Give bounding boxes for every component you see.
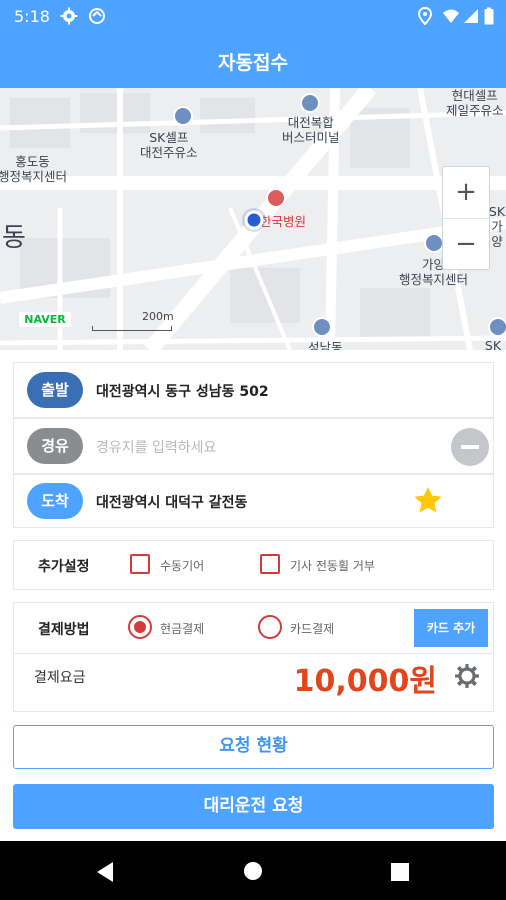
card-payment-label: 카드결제 [290, 622, 335, 636]
poi-label: 홍도동 행정복지센터 [0, 154, 68, 184]
hospital-icon [266, 188, 286, 208]
extra-settings-row: 추가설정 수동기어 기사 전동휠 거부 [13, 540, 494, 590]
fare-label: 결제요금 [34, 670, 86, 686]
poi-label: 동 [2, 223, 26, 253]
sync-icon [89, 8, 105, 24]
remove-waypoint-icon[interactable] [450, 427, 490, 467]
battery-icon [484, 7, 494, 25]
government-office-icon [424, 233, 444, 253]
reject-e-wheel-checkbox[interactable] [260, 554, 280, 574]
arrival-row[interactable]: 도착 대전광역시 대덕구 갈전동 [13, 474, 494, 528]
arrival-address: 대전광역시 대덕구 갈전동 [96, 495, 248, 511]
wifi-icon [443, 9, 459, 23]
system-navigation-bar [0, 841, 506, 900]
zoom-in-button[interactable]: + [443, 167, 489, 218]
departure-tag: 출발 [27, 372, 83, 408]
gas-station-icon [488, 317, 506, 337]
manual-gear-label: 수동기어 [160, 559, 205, 573]
departure-row[interactable]: 출발 대전광역시 동구 성남동 502 [13, 362, 494, 418]
poi-label: 대전복합 버스터미널 [282, 115, 340, 145]
waypoint-input[interactable]: 경유지를 입력하세요 [96, 437, 216, 457]
fare-row: 결제요금 10,000원 [13, 654, 494, 712]
status-bar: 5:18 [0, 0, 506, 34]
poi-label: SK셀 [484, 338, 502, 350]
waypoint-tag: 경유 [27, 428, 83, 464]
poi-label: SK셀프 대전주유소 [140, 130, 198, 160]
settings-icon [60, 7, 78, 25]
recent-apps-icon[interactable] [391, 863, 409, 881]
departure-address: 대전광역시 동구 성남동 502 [96, 384, 269, 400]
payment-method-row: 결제방법 현금결제 카드결제 카드 추가 [13, 602, 494, 654]
poi-label: 현대셀프 제일주유소 [446, 88, 504, 118]
designated-driver-request-button[interactable]: 대리운전 요청 [13, 784, 494, 829]
cash-payment-label: 현금결제 [160, 622, 205, 636]
card-payment-radio[interactable] [258, 615, 282, 639]
scale-label: 200m [142, 310, 174, 323]
page-title: 자동접수 [218, 52, 288, 74]
request-status-button[interactable]: 요청 현황 [13, 725, 494, 769]
cash-payment-radio[interactable] [128, 615, 152, 639]
fare-settings-gear-icon[interactable] [454, 663, 480, 689]
fare-amount: 10,000원 [293, 664, 437, 699]
bus-terminal-icon [300, 93, 320, 113]
zoom-out-button[interactable]: − [443, 218, 489, 269]
location-icon [417, 7, 433, 25]
home-icon[interactable] [243, 861, 263, 881]
gas-station-icon [173, 106, 193, 126]
zoom-control: + − [442, 166, 490, 270]
scale-bar [92, 326, 172, 331]
naver-logo: NAVER [19, 312, 71, 327]
favorite-star-icon[interactable] [412, 485, 444, 517]
manual-gear-checkbox[interactable] [130, 554, 150, 574]
payment-method-label: 결제방법 [38, 622, 90, 638]
map-scale: 200m [92, 310, 174, 331]
reject-e-wheel-label: 기사 전동휠 거부 [290, 559, 375, 573]
radio-selected-dot [134, 621, 146, 633]
extra-settings-label: 추가설정 [38, 559, 90, 575]
poi-label: 성남동 [308, 340, 343, 350]
signal-icon [464, 9, 478, 23]
add-card-button[interactable]: 카드 추가 [414, 609, 488, 647]
app-bar: 자동접수 [0, 34, 506, 88]
back-icon[interactable] [95, 861, 115, 883]
waypoint-row: 경유 경유지를 입력하세요 [13, 418, 494, 474]
arrival-tag: 도착 [27, 483, 83, 519]
current-location-marker [242, 208, 266, 232]
building-icon [312, 317, 332, 337]
map-view[interactable]: SK셀프 대전주유소 대전복합 버스터미널 현대셀프 제일주유소 홍도동 행정복지센터 … [0, 88, 506, 350]
status-time: 5:18 [14, 7, 50, 26]
poi-label: SK 가양 [488, 204, 506, 249]
